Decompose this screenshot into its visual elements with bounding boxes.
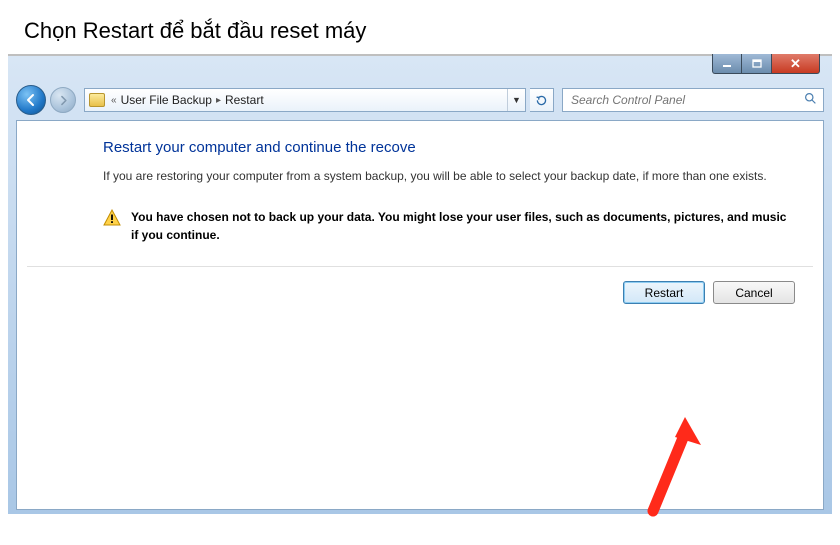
refresh-button[interactable] — [530, 88, 554, 112]
warning-icon — [103, 209, 121, 227]
breadcrumb-item[interactable]: User File Backup — [121, 93, 212, 107]
forward-button[interactable] — [50, 87, 76, 113]
search-box[interactable] — [562, 88, 824, 112]
window-frame: ✕ « User File Backup ▸ Restart ▼ — [8, 54, 832, 514]
cancel-button[interactable]: Cancel — [713, 281, 795, 304]
content-pane: Restart your computer and continue the r… — [16, 120, 824, 510]
breadcrumb-item[interactable]: Restart — [225, 93, 264, 107]
chevron-right-icon: ▸ — [216, 95, 221, 106]
button-row: Restart Cancel — [17, 267, 823, 304]
window-controls: ✕ — [712, 54, 820, 74]
address-dropdown[interactable]: ▼ — [507, 89, 525, 111]
minimize-button[interactable] — [712, 54, 742, 74]
search-input[interactable] — [569, 92, 804, 108]
page-heading: Restart your computer and continue the r… — [103, 139, 787, 156]
breadcrumb: « User File Backup ▸ Restart — [89, 93, 264, 107]
back-button[interactable] — [16, 85, 46, 115]
toolbar: « User File Backup ▸ Restart ▼ — [8, 82, 832, 118]
chevron-left-icon: « — [111, 95, 117, 106]
arrow-annotation — [631, 411, 711, 521]
page-caption: Chọn Restart để bắt đầu reset máy — [0, 0, 840, 54]
address-bar[interactable]: « User File Backup ▸ Restart ▼ — [84, 88, 526, 112]
warning-text: You have chosen not to back up your data… — [131, 209, 787, 244]
search-icon — [804, 92, 817, 108]
folder-icon — [89, 93, 105, 107]
page-description: If you are restoring your computer from … — [103, 168, 787, 185]
maximize-button[interactable] — [742, 54, 772, 74]
warning-row: You have chosen not to back up your data… — [103, 209, 787, 244]
close-button[interactable]: ✕ — [772, 54, 820, 74]
restart-button[interactable]: Restart — [623, 281, 705, 304]
